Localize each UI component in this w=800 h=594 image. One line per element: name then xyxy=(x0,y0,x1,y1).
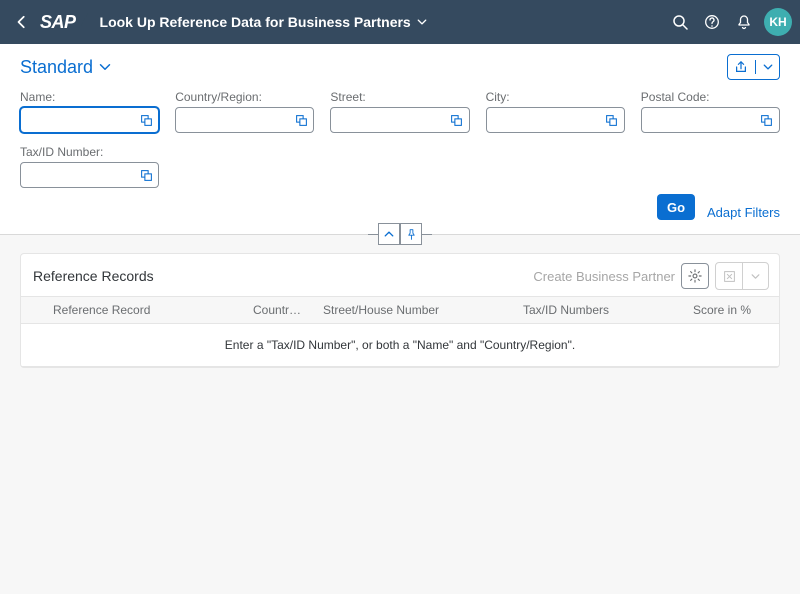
shell-header: SAP Look Up Reference Data for Business … xyxy=(0,0,800,44)
value-help-icon xyxy=(605,114,618,127)
create-business-partner-button: Create Business Partner xyxy=(533,269,675,284)
table-empty-row: Enter a "Tax/ID Number", or both a "Name… xyxy=(21,324,779,367)
user-initials: KH xyxy=(769,15,786,29)
export-button xyxy=(716,263,742,289)
chevron-down-icon xyxy=(417,17,427,27)
filter-postal-label: Postal Code: xyxy=(641,90,780,104)
filter-taxid: Tax/ID Number: xyxy=(20,145,159,188)
pin-header-button[interactable] xyxy=(400,223,422,245)
filter-bar: Standard Name: Country/Region: xyxy=(0,44,800,235)
share-icon xyxy=(734,60,748,74)
name-value-help-button[interactable] xyxy=(137,111,155,129)
table-empty-text: Enter a "Tax/ID Number", or both a "Name… xyxy=(21,324,779,367)
table-settings-button[interactable] xyxy=(681,263,709,289)
share-menu-button[interactable] xyxy=(727,54,780,80)
filter-name: Name: xyxy=(20,90,159,133)
taxid-value-help-button[interactable] xyxy=(137,166,155,184)
header-collapse-handle xyxy=(368,223,432,245)
pin-icon xyxy=(406,229,417,240)
value-help-icon xyxy=(140,114,153,127)
filter-country-label: Country/Region: xyxy=(175,90,314,104)
gear-icon xyxy=(688,269,702,283)
variant-selector[interactable]: Standard xyxy=(20,57,111,78)
value-help-icon xyxy=(295,114,308,127)
variant-name: Standard xyxy=(20,57,93,78)
value-help-icon xyxy=(450,114,463,127)
filter-name-label: Name: xyxy=(20,90,159,104)
adapt-filters-button[interactable]: Adapt Filters xyxy=(707,205,780,220)
filter-city-label: City: xyxy=(486,90,625,104)
content-area: Reference Records Create Business Partne… xyxy=(0,235,800,368)
bell-icon xyxy=(736,14,752,30)
chevron-up-icon xyxy=(384,229,394,239)
filter-postal: Postal Code: xyxy=(641,90,780,133)
city-value-help-button[interactable] xyxy=(603,111,621,129)
chevron-down-icon xyxy=(99,61,111,73)
export-dropdown-button xyxy=(742,263,768,289)
country-value-help-button[interactable] xyxy=(292,111,310,129)
back-button[interactable] xyxy=(8,8,36,36)
collapse-header-button[interactable] xyxy=(378,223,400,245)
help-icon xyxy=(704,14,720,30)
filter-street: Street: xyxy=(330,90,469,133)
street-value-help-button[interactable] xyxy=(448,111,466,129)
search-button[interactable] xyxy=(664,6,696,38)
col-select-all[interactable] xyxy=(21,297,45,324)
excel-export-icon xyxy=(723,270,736,283)
col-reference-record[interactable]: Reference Record xyxy=(45,297,245,324)
sap-logo-wedge-icon xyxy=(76,13,90,31)
reference-records-panel: Reference Records Create Business Partne… xyxy=(20,253,780,368)
col-country[interactable]: Country/Re... xyxy=(245,297,315,324)
user-avatar[interactable]: KH xyxy=(764,8,792,36)
col-taxids[interactable]: Tax/ID Numbers xyxy=(515,297,679,324)
notifications-button[interactable] xyxy=(728,6,760,38)
sap-logo: SAP xyxy=(40,12,90,33)
filter-country: Country/Region: xyxy=(175,90,314,133)
reference-records-table: Reference Record Country/Re... Street/Ho… xyxy=(21,296,779,367)
app-title-dropdown[interactable]: Look Up Reference Data for Business Part… xyxy=(100,14,427,30)
app-title-text: Look Up Reference Data for Business Part… xyxy=(100,14,411,30)
table-title: Reference Records xyxy=(33,268,154,284)
sap-logo-text: SAP xyxy=(40,12,76,33)
table-toolbar: Reference Records Create Business Partne… xyxy=(21,254,779,296)
chevron-down-icon xyxy=(763,62,773,72)
table-header-row: Reference Record Country/Re... Street/Ho… xyxy=(21,297,779,324)
export-menu-button xyxy=(715,262,769,290)
go-button[interactable]: Go xyxy=(657,194,695,220)
col-score[interactable]: Score in % xyxy=(679,297,759,324)
value-help-icon xyxy=(760,114,773,127)
search-icon xyxy=(672,14,688,30)
filter-street-label: Street: xyxy=(330,90,469,104)
filter-taxid-label: Tax/ID Number: xyxy=(20,145,159,159)
postal-value-help-button[interactable] xyxy=(758,111,776,129)
chevron-down-icon xyxy=(751,272,760,281)
value-help-icon xyxy=(140,169,153,182)
help-button[interactable] xyxy=(696,6,728,38)
chevron-left-icon xyxy=(15,15,29,29)
filter-city: City: xyxy=(486,90,625,133)
col-street[interactable]: Street/House Number xyxy=(315,297,515,324)
